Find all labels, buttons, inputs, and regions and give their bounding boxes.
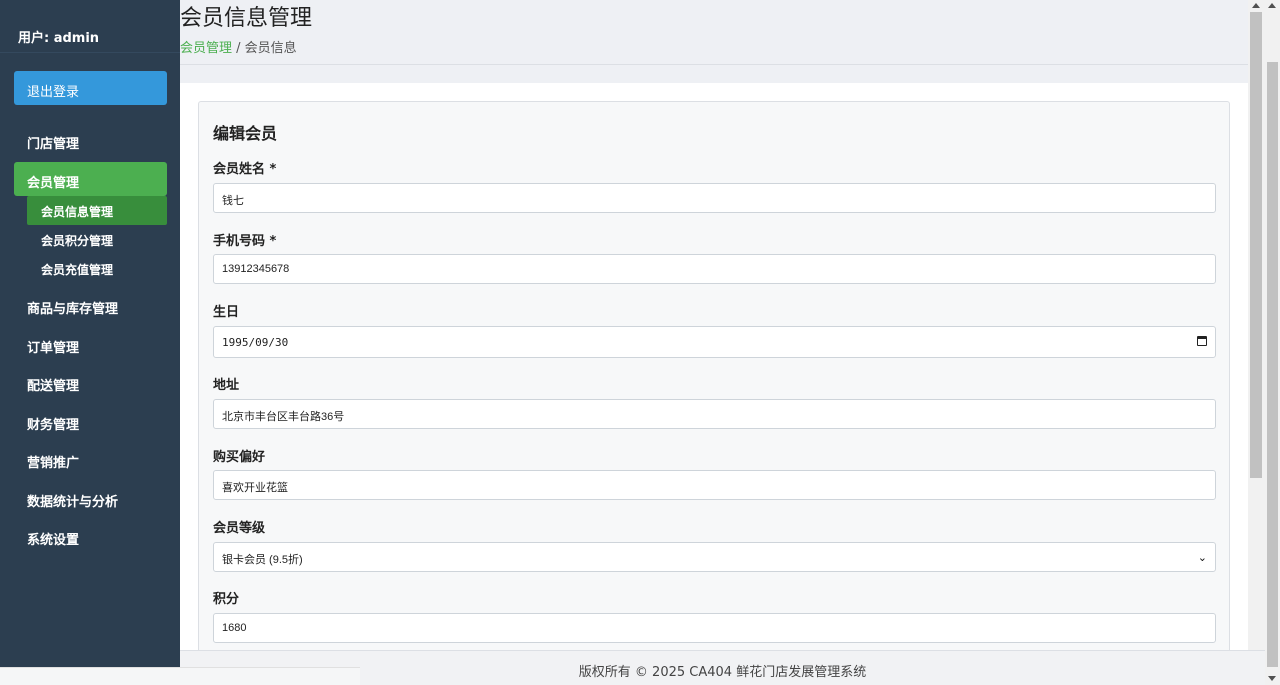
sidebar-item-marketing[interactable]: 营销推广 [14, 442, 167, 476]
preference-input[interactable]: 喜欢开业花篮 [213, 470, 1216, 500]
phone-label: 手机号码 * [213, 234, 277, 249]
birthday-value: 1995/09/30 [222, 336, 289, 349]
breadcrumb-separator: / [232, 41, 245, 56]
scroll-up-arrow-icon[interactable] [1252, 3, 1260, 8]
content-scrollbar-thumb[interactable] [1250, 12, 1262, 478]
level-value: 银卡会员 (9.5折) [222, 554, 303, 566]
preference-label: 购买偏好 [213, 450, 266, 465]
sidebar-subitem-member-recharge[interactable]: 会员充值管理 [27, 254, 167, 283]
sidebar-subitem-member-points[interactable]: 会员积分管理 [27, 225, 167, 254]
points-label: 积分 [213, 592, 240, 607]
page-scroll-up-arrow-icon[interactable] [1268, 3, 1276, 8]
header-divider [180, 64, 1248, 65]
sidebar-item-finance[interactable]: 财务管理 [14, 404, 167, 438]
browser-status-bar [0, 667, 360, 685]
calendar-icon[interactable] [1197, 336, 1207, 346]
breadcrumb-link-member[interactable]: 会员管理 [180, 41, 232, 56]
sidebar-item-delivery[interactable]: 配送管理 [14, 365, 167, 399]
birthday-label: 生日 [213, 305, 240, 320]
address-label: 地址 [213, 378, 240, 393]
sidebar-item-member[interactable]: 会员管理 [14, 162, 167, 196]
form-title: 编辑会员 [213, 124, 278, 143]
sidebar-item-goods-inventory[interactable]: 商品与库存管理 [14, 288, 167, 322]
address-input[interactable]: 北京市丰台区丰台路36号 [213, 399, 1216, 429]
logout-button[interactable]: 退出登录 [14, 71, 167, 105]
sidebar-item-settings[interactable]: 系统设置 [14, 519, 167, 553]
breadcrumb: 会员管理 / 会员信息 [180, 37, 297, 56]
footer-copyright: 版权所有 © 2025 CA404 鲜花门店发展管理系统 [578, 665, 867, 680]
birthday-input[interactable]: 1995/09/30 [213, 326, 1216, 358]
content-scrollbar[interactable] [1248, 0, 1265, 650]
points-input[interactable]: 1680 [213, 613, 1216, 643]
sidebar-subitem-member-info[interactable]: 会员信息管理 [27, 196, 167, 225]
breadcrumb-current: 会员信息 [244, 41, 297, 56]
page-scroll-down-arrow-icon[interactable] [1268, 676, 1276, 681]
page-title: 会员信息管理 [180, 6, 313, 31]
page-scrollbar[interactable] [1265, 0, 1280, 685]
level-label: 会员等级 [213, 521, 266, 536]
sidebar-item-store[interactable]: 门店管理 [14, 123, 167, 157]
phone-input[interactable]: 13912345678 [213, 254, 1216, 284]
name-label: 会员姓名 * [213, 162, 277, 177]
page-scrollbar-thumb[interactable] [1267, 62, 1278, 667]
sidebar-item-analytics[interactable]: 数据统计与分析 [14, 481, 167, 515]
name-input[interactable]: 钱七 [213, 183, 1216, 213]
user-label: 用户: admin [0, 0, 180, 53]
chevron-down-icon: ⌄ [1197, 552, 1207, 564]
level-select[interactable]: 银卡会员 (9.5折) ⌄ [213, 542, 1216, 572]
sidebar-item-orders[interactable]: 订单管理 [14, 327, 167, 361]
